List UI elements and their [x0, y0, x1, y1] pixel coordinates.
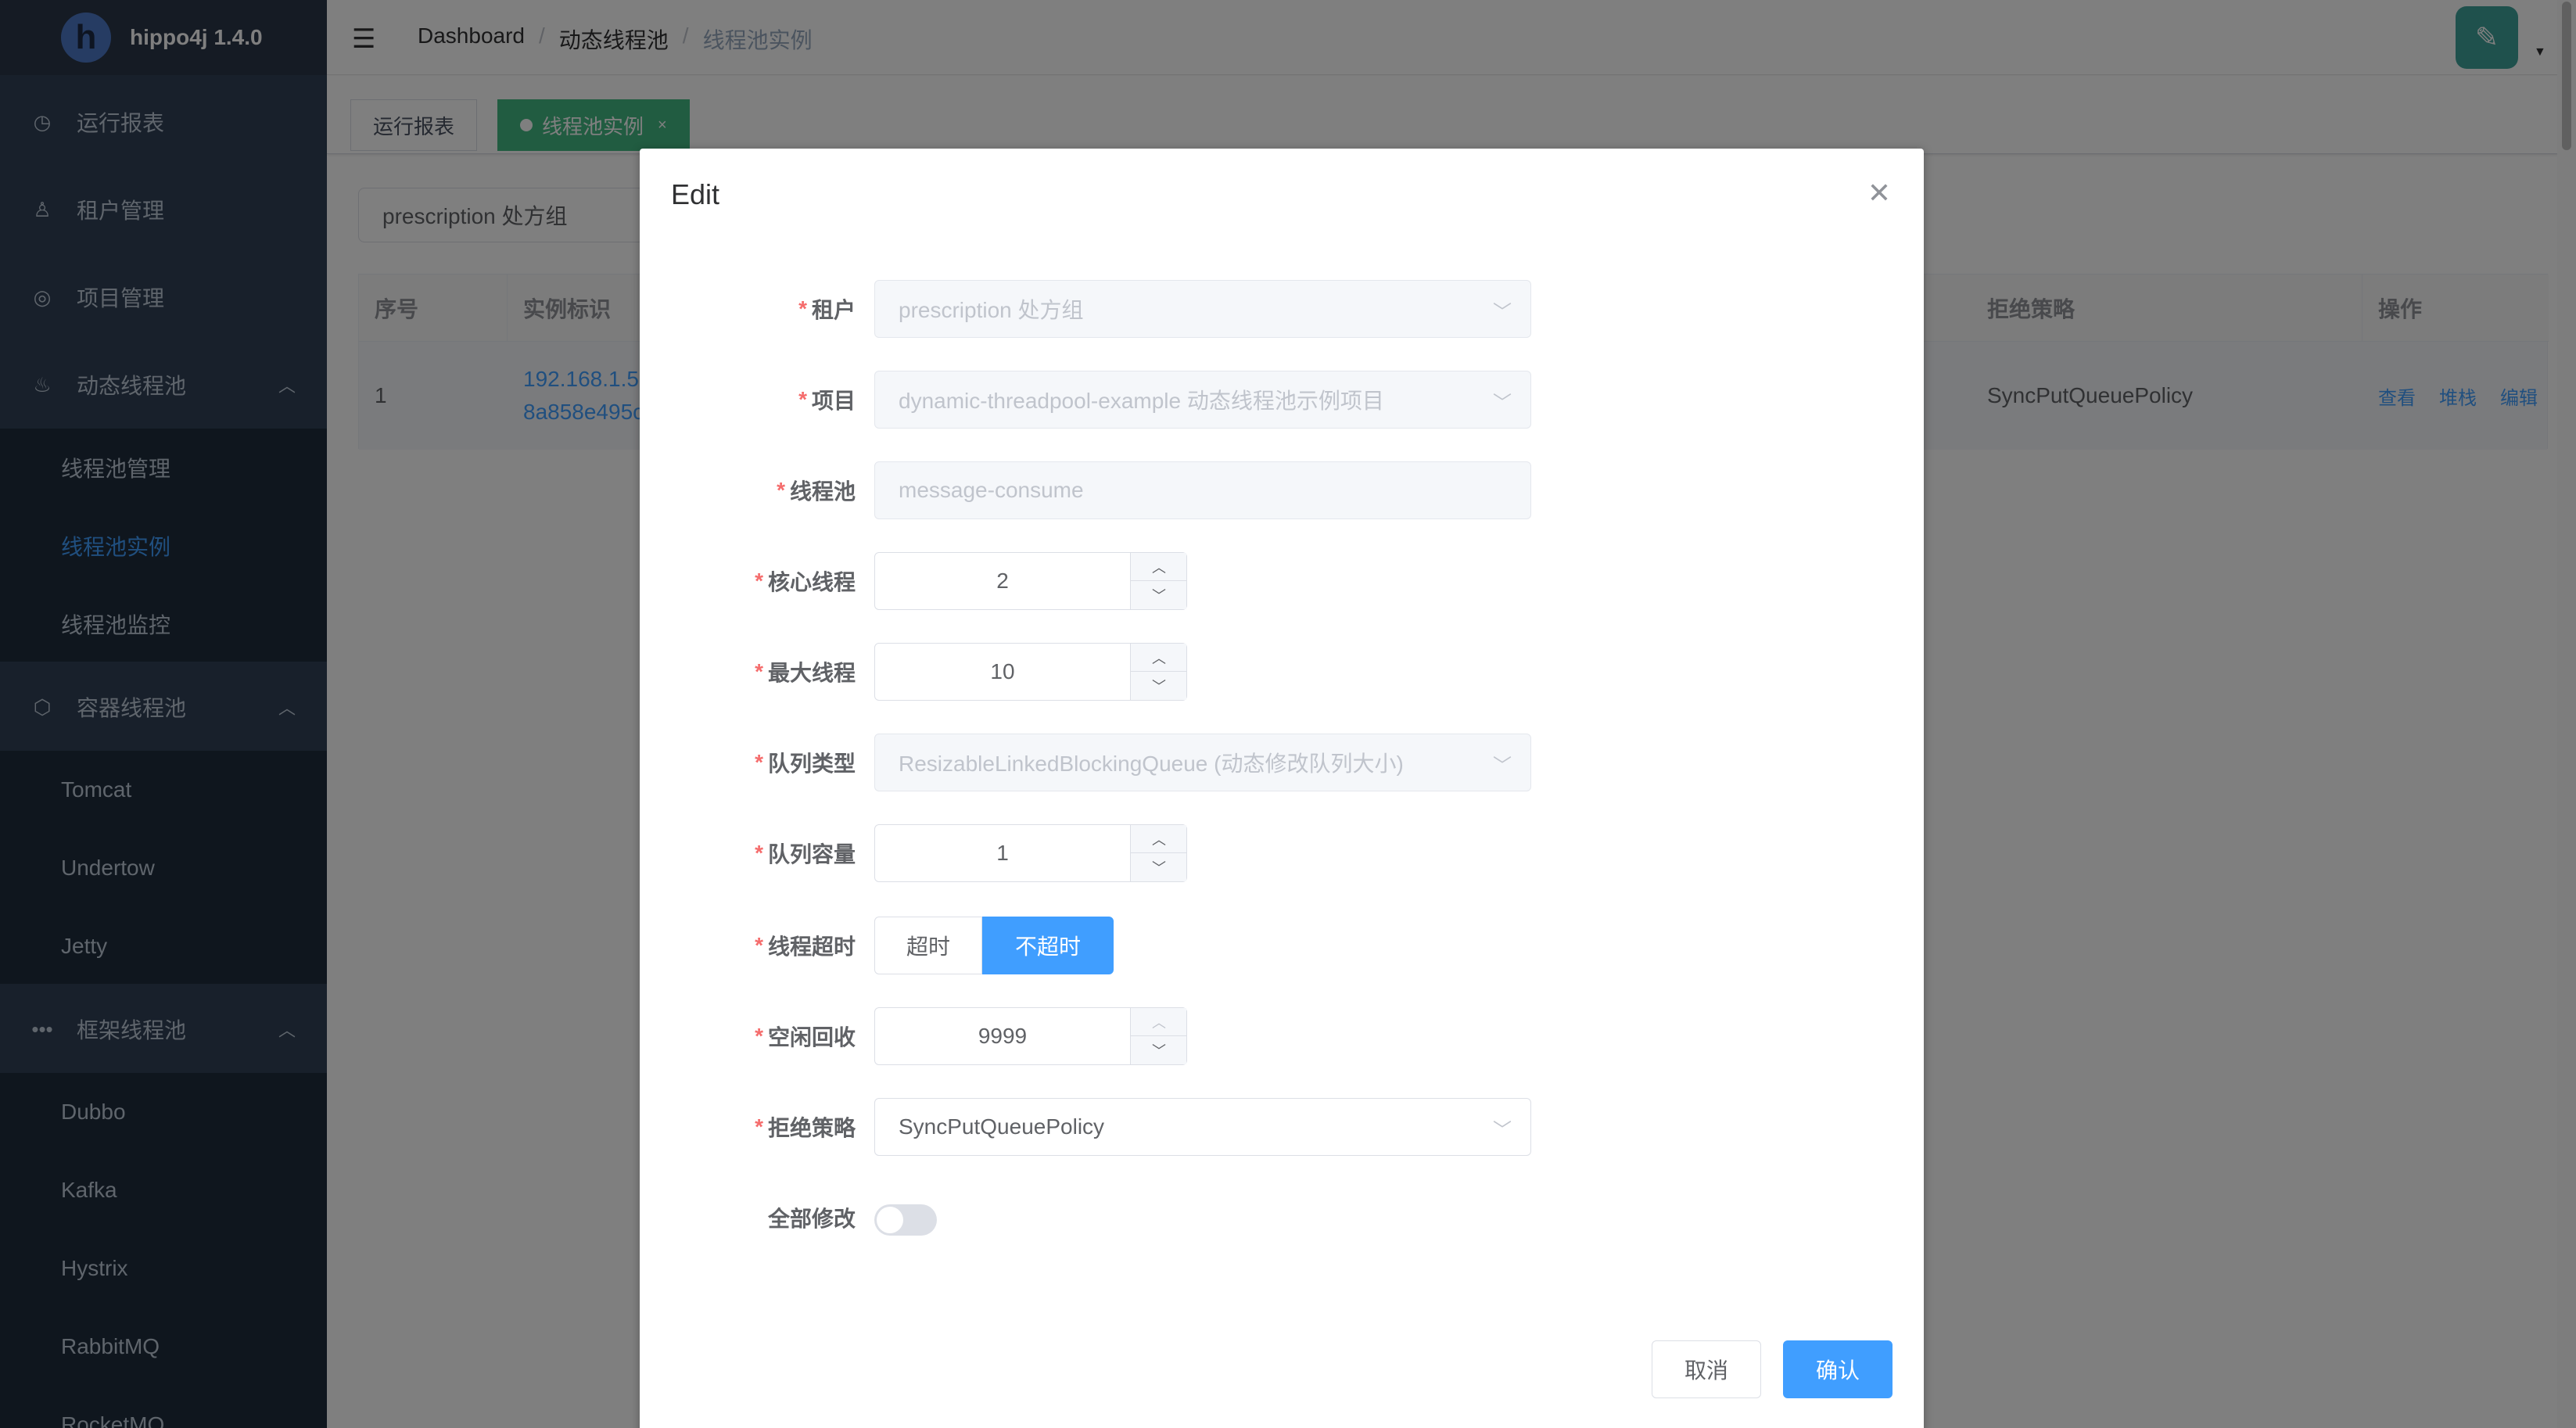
cancel-button[interactable]: 取消	[1652, 1340, 1761, 1398]
form-row-queue-type: * 队列类型 ResizableLinkedBlockingQueue (动态修改…	[640, 734, 1924, 791]
field-label: * 线程超时	[640, 917, 856, 974]
thread-timeout-radio-group: 超时 不超时	[874, 917, 1114, 974]
required-star: *	[798, 296, 807, 321]
required-star: *	[777, 478, 785, 502]
chevron-down-icon: ﹀	[1493, 393, 1512, 414]
required-star: *	[755, 1024, 763, 1048]
field-label: * 最大线程	[640, 643, 856, 701]
select-value: ResizableLinkedBlockingQueue (动态修改队列大小)	[899, 752, 1404, 776]
form-row-max-threads: * 最大线程 10 ︿ ﹀	[640, 643, 1924, 701]
stepper-value[interactable]: 9999	[875, 1008, 1130, 1064]
field-label-text: 拒绝策略	[767, 1116, 856, 1140]
reject-policy-select[interactable]: SyncPutQueuePolicy ﹀	[874, 1098, 1531, 1156]
no-timeout-radio[interactable]: 不超时	[982, 917, 1114, 974]
form-row-threadpool: * 线程池 message-consume	[640, 461, 1924, 519]
field-label: * 核心线程	[640, 552, 856, 610]
field-label-text: 租户	[811, 298, 856, 322]
close-icon[interactable]: ✕	[1867, 177, 1891, 210]
queue-capacity-stepper[interactable]: 1 ︿ ﹀	[874, 824, 1187, 882]
keep-alive-stepper[interactable]: 9999 ︿ ﹀	[874, 1007, 1187, 1065]
form-row-keep-alive: * 空闲回收 9999 ︿ ﹀	[640, 1007, 1924, 1065]
form-row-core-threads: * 核心线程 2 ︿ ﹀	[640, 552, 1924, 610]
confirm-button[interactable]: 确认	[1783, 1340, 1893, 1398]
stepper-value[interactable]: 10	[875, 644, 1130, 700]
field-label-text: 空闲回收	[767, 1025, 856, 1049]
field-label: * 空闲回收	[640, 1007, 856, 1065]
increase-icon[interactable]: ︿	[1131, 644, 1187, 672]
max-threads-stepper[interactable]: 10 ︿ ﹀	[874, 643, 1187, 701]
form-row-queue-capacity: * 队列容量 1 ︿ ﹀	[640, 824, 1924, 882]
decrease-icon[interactable]: ﹀	[1131, 1036, 1187, 1064]
form-row-tenant: * 租户 prescription 处方组 ﹀	[640, 280, 1924, 338]
modify-all-toggle[interactable]	[874, 1204, 937, 1236]
select-value: SyncPutQueuePolicy	[899, 1114, 1105, 1139]
field-label-text: 队列类型	[767, 752, 856, 776]
field-label-text: 核心线程	[767, 570, 856, 594]
queue-type-select[interactable]: ResizableLinkedBlockingQueue (动态修改队列大小) …	[874, 734, 1531, 791]
field-label-text: 全部修改	[767, 1207, 856, 1231]
increase-icon[interactable]: ︿	[1131, 1008, 1187, 1036]
field-label-text: 线程池	[789, 479, 856, 504]
stepper-buttons: ︿ ﹀	[1130, 644, 1187, 700]
stepper-buttons: ︿ ﹀	[1130, 1008, 1187, 1064]
input-value: message-consume	[899, 478, 1084, 502]
field-label: * 拒绝策略	[640, 1098, 856, 1156]
stepper-buttons: ︿ ﹀	[1130, 825, 1187, 881]
select-value: dynamic-threadpool-example 动态线程池示例项目	[899, 389, 1384, 413]
field-label: * 队列类型	[640, 734, 856, 791]
core-threads-stepper[interactable]: 2 ︿ ﹀	[874, 552, 1187, 610]
required-star: *	[755, 569, 763, 593]
edit-dialog: Edit ✕ * 租户 prescription 处方组 ﹀ * 项目 dynami…	[640, 149, 1924, 1428]
project-select[interactable]: dynamic-threadpool-example 动态线程池示例项目 ﹀	[874, 371, 1531, 429]
stepper-value[interactable]: 2	[875, 553, 1130, 609]
field-label: * 租户	[640, 280, 856, 338]
form-row-project: * 项目 dynamic-threadpool-example 动态线程池示例项目…	[640, 371, 1924, 429]
stepper-buttons: ︿ ﹀	[1130, 553, 1187, 609]
required-star: *	[755, 659, 763, 684]
form-row-modify-all: 全部修改	[640, 1189, 1924, 1247]
field-label-text: 队列容量	[767, 842, 856, 866]
required-star: *	[755, 750, 763, 774]
field-label-text: 项目	[811, 389, 856, 413]
field-label-text: 线程超时	[767, 935, 856, 959]
stepper-value[interactable]: 1	[875, 825, 1130, 881]
field-label-text: 最大线程	[767, 661, 856, 685]
threadpool-input[interactable]: message-consume	[874, 461, 1531, 519]
required-star: *	[755, 841, 763, 865]
chevron-down-icon: ﹀	[1493, 755, 1512, 777]
toggle-knob	[877, 1207, 903, 1233]
required-star: *	[755, 933, 763, 957]
form-row-thread-timeout: * 线程超时 超时 不超时	[640, 917, 1924, 974]
chevron-down-icon: ﹀	[1493, 1120, 1512, 1141]
required-star: *	[755, 1114, 763, 1139]
dialog-title: Edit	[671, 178, 720, 210]
required-star: *	[798, 387, 807, 411]
increase-icon[interactable]: ︿	[1131, 825, 1187, 853]
decrease-icon[interactable]: ﹀	[1131, 672, 1187, 700]
field-label: * 队列容量	[640, 824, 856, 882]
tenant-select[interactable]: prescription 处方组 ﹀	[874, 280, 1531, 338]
field-label: * 线程池	[640, 461, 856, 519]
increase-icon[interactable]: ︿	[1131, 553, 1187, 581]
form-row-reject-policy: * 拒绝策略 SyncPutQueuePolicy ﹀	[640, 1098, 1924, 1156]
field-label: * 项目	[640, 371, 856, 429]
select-value: prescription 处方组	[899, 298, 1084, 322]
decrease-icon[interactable]: ﹀	[1131, 581, 1187, 609]
decrease-icon[interactable]: ﹀	[1131, 853, 1187, 881]
timeout-radio[interactable]: 超时	[874, 917, 982, 974]
chevron-down-icon: ﹀	[1493, 302, 1512, 323]
field-label: 全部修改	[640, 1189, 856, 1247]
